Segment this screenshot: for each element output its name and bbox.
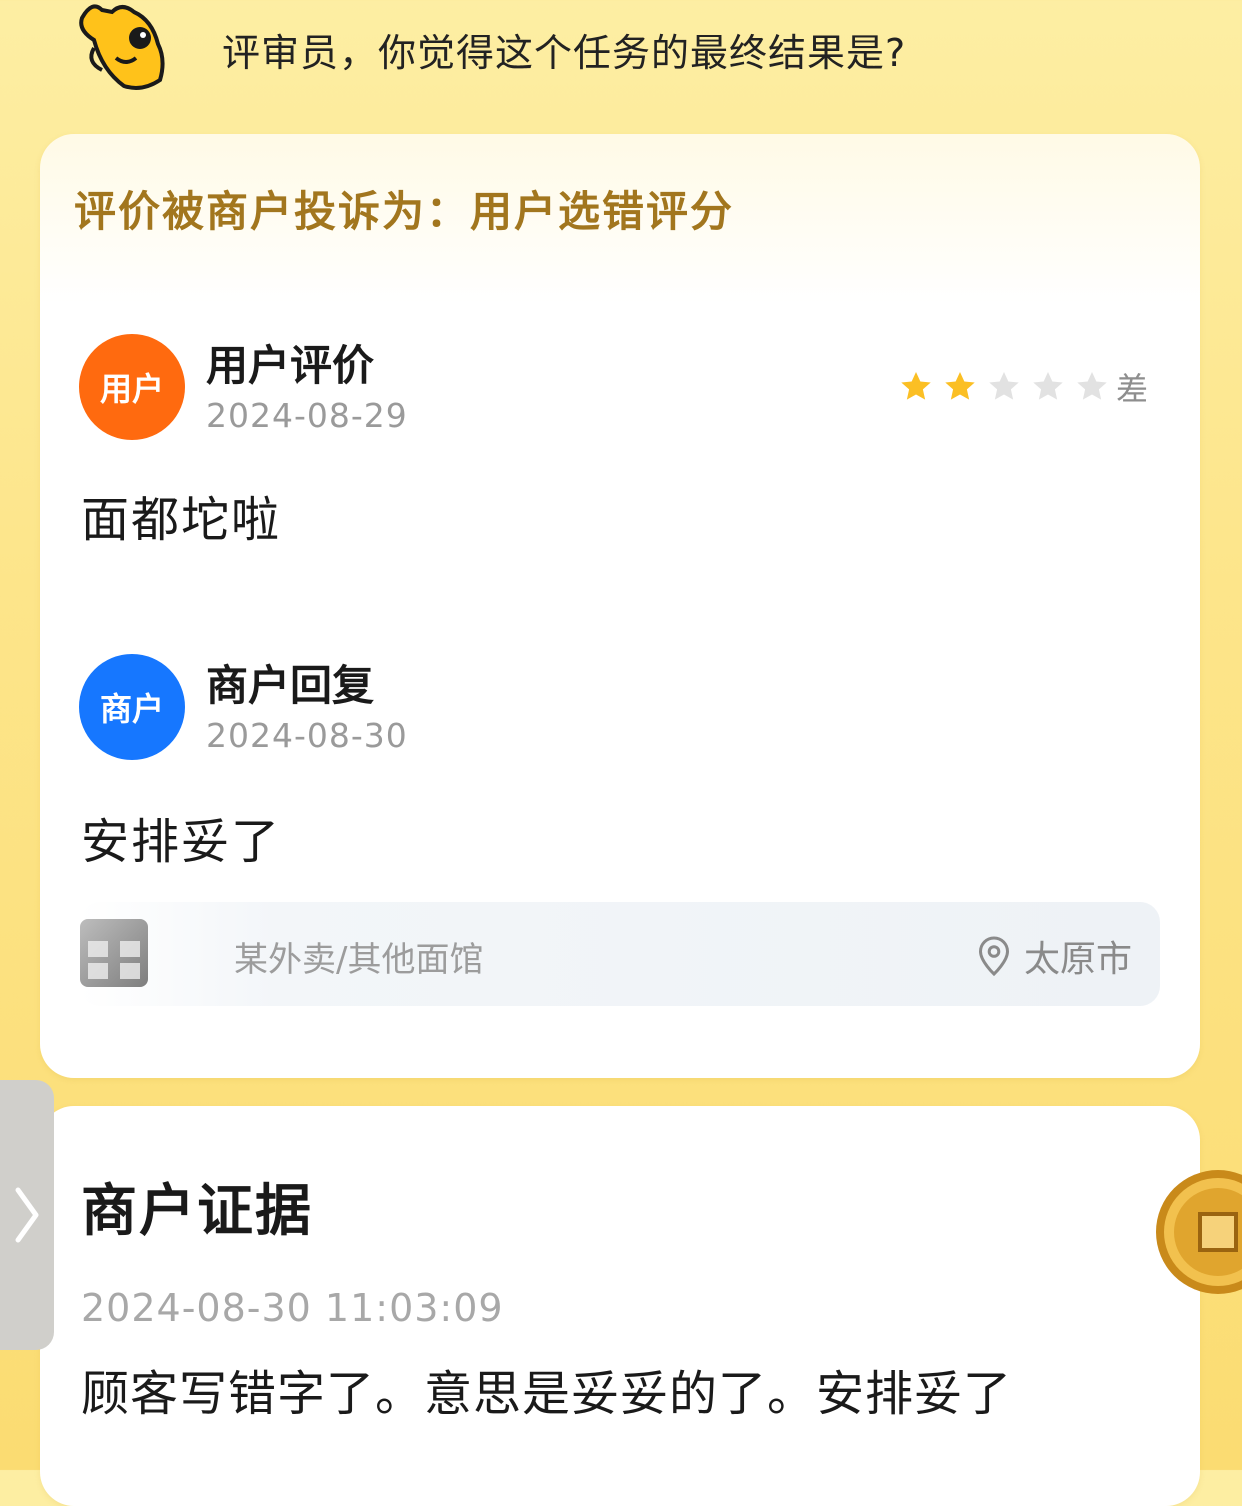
merchant-evidence-card: 商户证据 2024-08-30 11:03:09 顾客写错字了。意思是妥妥的了。… bbox=[40, 1106, 1200, 1506]
star-icon-empty bbox=[989, 372, 1019, 400]
merchant-reply-content: 安排妥了 bbox=[81, 814, 282, 870]
store-category: 某外卖/其他面馆 bbox=[234, 940, 484, 980]
chevron-right-icon bbox=[15, 1187, 39, 1243]
star-icon-filled bbox=[901, 372, 931, 400]
user-avatar: 用户 bbox=[79, 334, 185, 440]
restaurant-icon bbox=[88, 941, 140, 979]
review-card: 评价被商户投诉为：用户选错评分 用户 用户评价 2024-08-29 差 面都坨… bbox=[40, 134, 1200, 1078]
mascot-icon bbox=[79, 4, 165, 90]
store-location: 太原市 bbox=[976, 930, 1132, 982]
merchant-avatar: 商户 bbox=[79, 654, 185, 760]
evidence-title: 商户证据 bbox=[81, 1179, 313, 1244]
merchant-reply-date: 2024-08-30 bbox=[206, 716, 408, 755]
merchant-reply-title: 商户回复 bbox=[206, 661, 375, 710]
evidence-content: 顾客写错字了。意思是妥妥的了。安排妥了 bbox=[81, 1366, 1013, 1422]
star-icon-empty bbox=[1077, 372, 1107, 400]
star-icon-empty bbox=[1033, 372, 1063, 400]
user-review-title: 用户评价 bbox=[206, 341, 375, 390]
complaint-reason: 评价被商户投诉为：用户选错评分 bbox=[74, 187, 735, 236]
evidence-timestamp: 2024-08-30 11:03:09 bbox=[81, 1286, 504, 1330]
rating-label: 差 bbox=[1115, 370, 1148, 408]
location-pin-icon bbox=[978, 936, 1009, 977]
user-review-content: 面都坨啦 bbox=[81, 492, 282, 548]
gold-coin-icon[interactable] bbox=[1148, 1158, 1242, 1306]
store-thumbnail bbox=[80, 919, 148, 987]
user-review-date: 2024-08-29 bbox=[206, 396, 408, 435]
top-question-bar: 评审员，你觉得这个任务的最终结果是? bbox=[0, 0, 1242, 110]
rating-stars: 差 bbox=[890, 364, 1148, 410]
review-question: 评审员，你觉得这个任务的最终结果是? bbox=[222, 31, 907, 75]
star-icon-filled bbox=[945, 372, 975, 400]
store-city: 太原市 bbox=[1023, 939, 1132, 980]
store-info-bar[interactable]: 某外卖/其他面馆 太原市 bbox=[80, 902, 1160, 1006]
side-pull-tab[interactable] bbox=[0, 1080, 54, 1350]
